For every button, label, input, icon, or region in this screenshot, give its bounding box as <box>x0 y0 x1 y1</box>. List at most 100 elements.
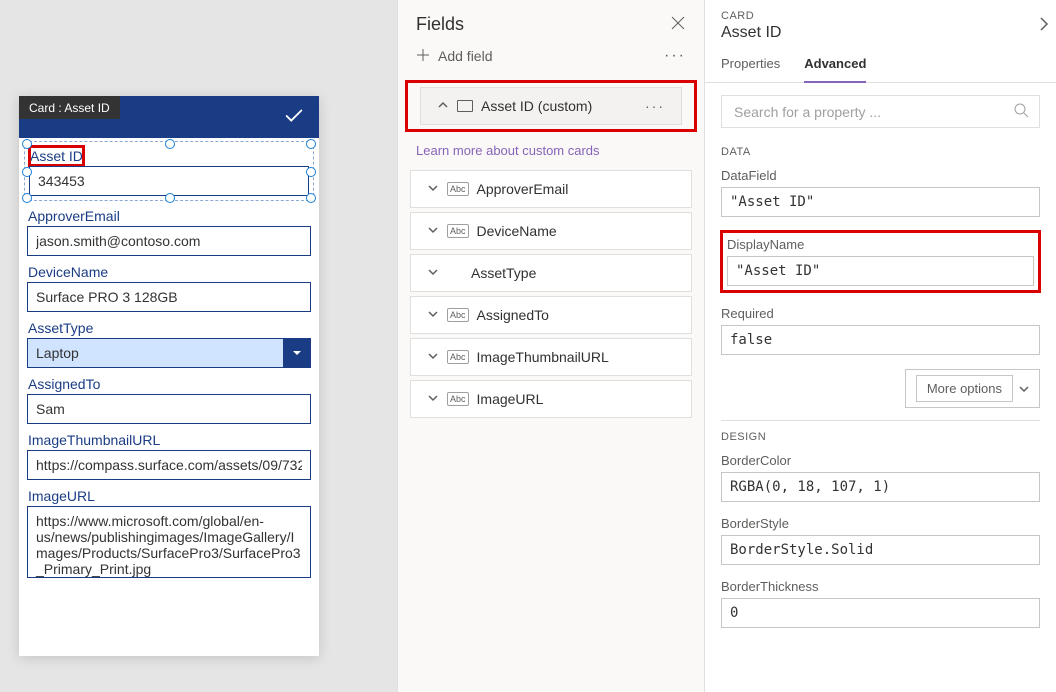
field-item-label: Asset ID (custom) <box>481 98 592 114</box>
learn-more-link[interactable]: Learn more about custom cards <box>398 133 704 166</box>
chevron-down-icon[interactable] <box>427 223 439 239</box>
resize-handle[interactable] <box>22 167 32 177</box>
form-card[interactable]: ImageThumbnailURL <box>27 430 311 480</box>
field-item-label: AssignedTo <box>477 307 549 323</box>
resize-handle[interactable] <box>165 193 175 203</box>
field-item[interactable]: AssetType <box>410 254 692 292</box>
property-input[interactable] <box>721 472 1040 502</box>
form-field-label: DeviceName <box>27 262 109 282</box>
fields-panel: Fields Add field ··· Asset ID (custom) ··… <box>397 0 705 692</box>
chevron-down-icon[interactable] <box>427 349 439 365</box>
form-field-input[interactable] <box>27 394 311 424</box>
property-group: BorderColor <box>721 453 1040 502</box>
property-input[interactable] <box>721 535 1040 565</box>
property-group: Required <box>721 306 1040 355</box>
field-item-more-icon[interactable]: ··· <box>645 98 665 114</box>
property-input[interactable] <box>721 598 1040 628</box>
chevron-down-icon[interactable] <box>427 265 439 281</box>
grid-icon <box>447 265 463 281</box>
fields-more-icon[interactable]: ··· <box>664 47 686 65</box>
property-input[interactable] <box>721 325 1040 355</box>
property-input[interactable] <box>727 256 1034 286</box>
text-type-icon: Abc <box>447 182 469 196</box>
field-item[interactable]: Abc ImageURL <box>410 380 692 418</box>
accept-icon[interactable] <box>283 105 305 130</box>
property-label: DisplayName <box>727 237 1034 252</box>
property-label: DataField <box>721 168 1040 183</box>
property-input[interactable] <box>721 187 1040 217</box>
properties-title: Asset ID <box>721 22 1040 50</box>
search-icon <box>1013 102 1029 121</box>
chevron-up-icon[interactable] <box>437 98 449 114</box>
form-field-label: ImageThumbnailURL <box>27 430 161 450</box>
device-preview: Asset ID ApproverEmail DeviceName AssetType… <box>19 96 319 656</box>
resize-handle[interactable] <box>22 193 32 203</box>
canvas-area: Card : Asset ID Asset ID ApproverEmail Dev… <box>0 0 397 692</box>
property-label: Required <box>721 306 1040 321</box>
chevron-right-icon[interactable] <box>1038 16 1050 35</box>
field-item[interactable]: Abc ApproverEmail <box>410 170 692 208</box>
form-field-label: ImageURL <box>27 486 96 506</box>
property-label: BorderThickness <box>721 579 1040 594</box>
field-item-label: AssetType <box>471 265 536 281</box>
tab-properties[interactable]: Properties <box>721 50 780 82</box>
more-options-button[interactable]: More options <box>905 369 1040 408</box>
resize-handle[interactable] <box>22 139 32 149</box>
more-options-label: More options <box>916 375 1013 402</box>
property-search[interactable] <box>721 95 1040 128</box>
form-field-input[interactable] <box>27 450 311 480</box>
card-icon <box>457 100 473 112</box>
chevron-down-icon <box>1019 384 1029 394</box>
tab-advanced[interactable]: Advanced <box>804 50 866 83</box>
chevron-down-icon[interactable] <box>427 307 439 323</box>
form-card[interactable]: Asset ID <box>27 144 311 198</box>
form-card[interactable]: ImageURL <box>27 486 311 581</box>
form-card[interactable]: DeviceName <box>27 262 311 312</box>
form-field-label: Asset ID <box>29 146 84 166</box>
plus-icon <box>416 48 430 65</box>
chevron-down-icon[interactable] <box>427 181 439 197</box>
form-field-textarea[interactable] <box>27 506 311 578</box>
form-field-input[interactable] <box>29 166 309 196</box>
form-field-input[interactable] <box>27 226 311 256</box>
text-type-icon: Abc <box>447 350 469 364</box>
form-card[interactable]: AssignedTo <box>27 374 311 424</box>
property-label: BorderColor <box>721 453 1040 468</box>
field-item-label: ApproverEmail <box>477 181 569 197</box>
form-card[interactable]: AssetTypeLaptop <box>27 318 311 368</box>
resize-handle[interactable] <box>306 139 316 149</box>
section-data-label: DATA <box>721 146 1040 158</box>
text-type-icon: Abc <box>447 392 469 406</box>
add-field-label: Add field <box>438 48 492 64</box>
close-icon[interactable] <box>670 15 686 34</box>
field-item[interactable]: Asset ID (custom) ··· <box>420 87 682 125</box>
properties-panel: CARD Asset ID Properties Advanced DATA D… <box>705 0 1056 692</box>
property-group: BorderThickness <box>721 579 1040 628</box>
form-field-label: AssignedTo <box>27 374 101 394</box>
fields-panel-title: Fields <box>416 14 464 35</box>
chevron-down-icon[interactable] <box>427 391 439 407</box>
field-item-label: ImageThumbnailURL <box>477 349 609 365</box>
text-type-icon: Abc <box>447 224 469 238</box>
property-label: BorderStyle <box>721 516 1040 531</box>
property-group: DataField <box>721 168 1040 217</box>
resize-handle[interactable] <box>165 139 175 149</box>
form-field-label: ApproverEmail <box>27 206 121 226</box>
field-item[interactable]: Abc ImageThumbnailURL <box>410 338 692 376</box>
selected-card-tag: Card : Asset ID <box>19 96 120 119</box>
chevron-down-icon[interactable] <box>283 338 311 368</box>
field-item-label: ImageURL <box>477 391 544 407</box>
property-group: BorderStyle <box>721 516 1040 565</box>
form-field-select[interactable]: Laptop <box>27 338 283 368</box>
section-design-label: DESIGN <box>721 420 1040 443</box>
add-field-button[interactable]: Add field <box>416 48 492 65</box>
field-item[interactable]: Abc AssignedTo <box>410 296 692 334</box>
text-type-icon: Abc <box>447 308 469 322</box>
field-item[interactable]: AbcDeviceName <box>410 212 692 250</box>
form-card[interactable]: ApproverEmail <box>27 206 311 256</box>
form-field-input[interactable] <box>27 282 311 312</box>
resize-handle[interactable] <box>306 167 316 177</box>
property-search-input[interactable] <box>732 103 1013 121</box>
resize-handle[interactable] <box>306 193 316 203</box>
property-group: DisplayName <box>721 231 1040 292</box>
